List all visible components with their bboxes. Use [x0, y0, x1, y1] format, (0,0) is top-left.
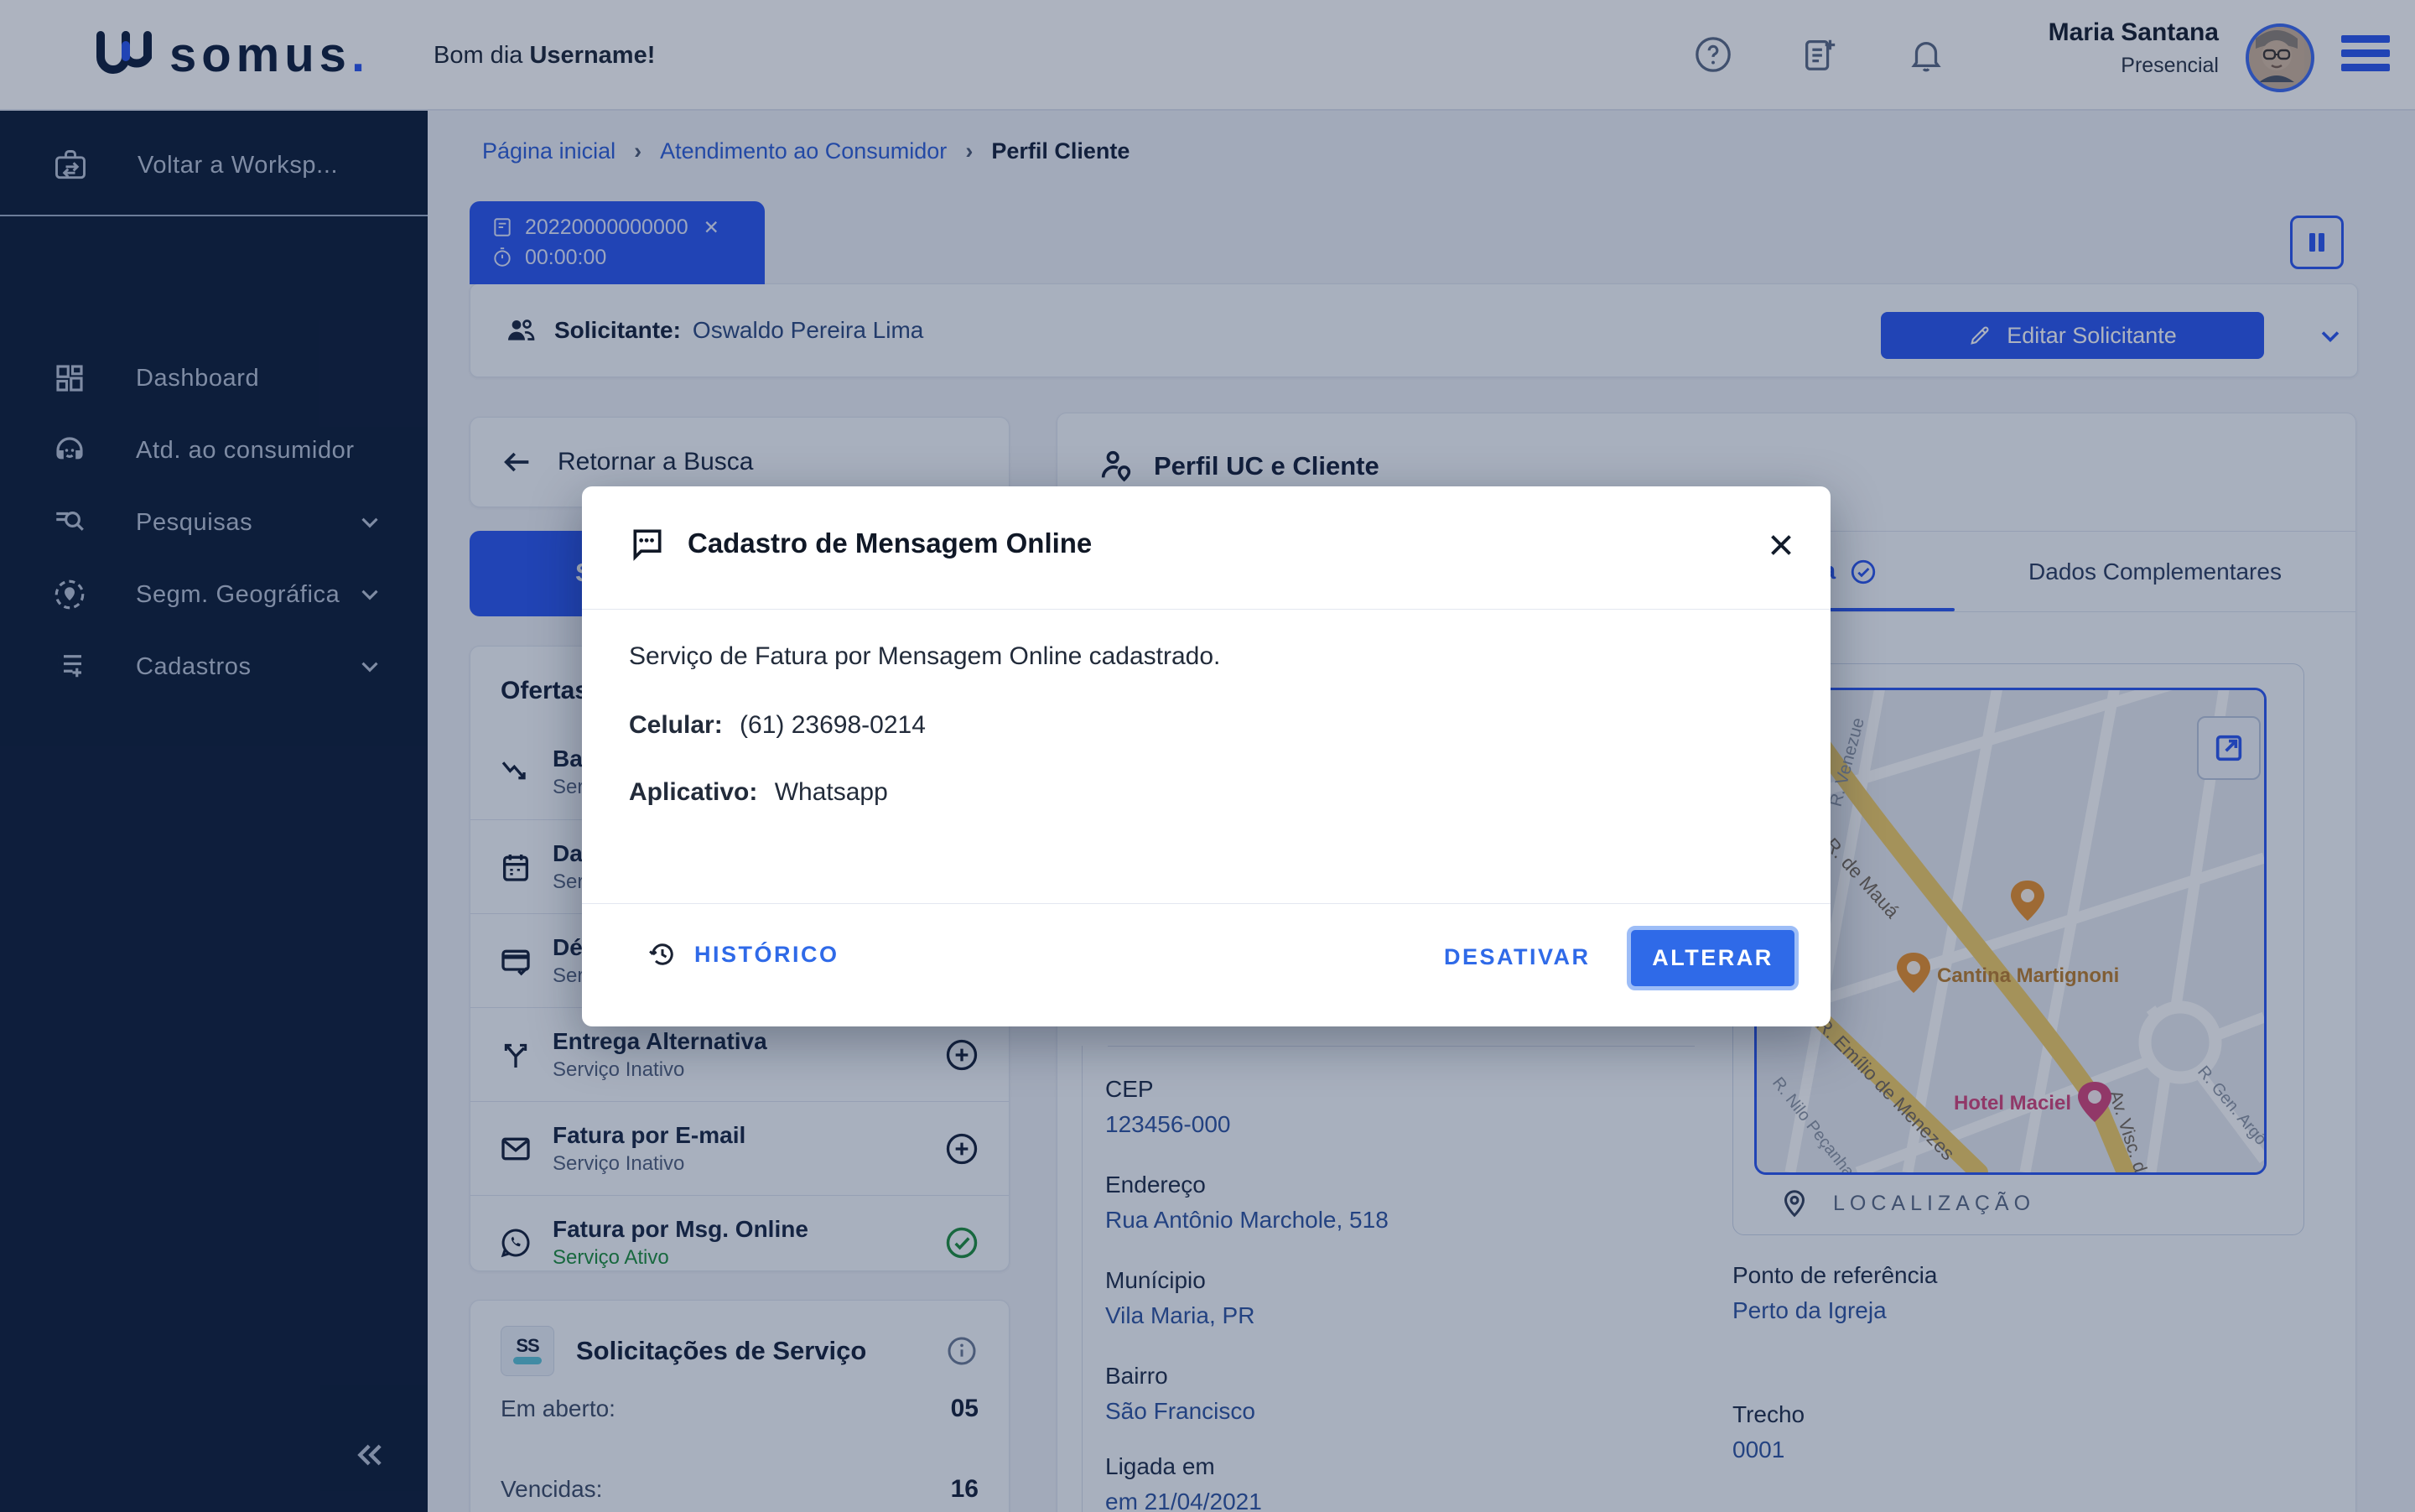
modal-message: Serviço de Fatura por Mensagem Online ca…: [629, 642, 1220, 671]
history-button[interactable]: HISTÓRICO: [647, 939, 839, 969]
modal-footer-divider: [582, 903, 1831, 904]
deactivate-button[interactable]: DESATIVAR: [1444, 944, 1591, 970]
phone-label: Celular:: [629, 711, 723, 739]
app-label: Aplicativo:: [629, 778, 757, 806]
close-icon[interactable]: [1763, 527, 1800, 564]
modal-phone-row: Celular: (61) 23698-0214: [629, 711, 926, 740]
modal-header-divider: [582, 609, 1831, 610]
app-value: Whatsapp: [775, 778, 888, 806]
chat-bubble-icon: [629, 525, 666, 562]
history-clock-icon: [647, 939, 678, 969]
app-root: somus . Bom dia Username!: [0, 0, 2415, 1512]
message-registration-modal: Cadastro de Mensagem Online Serviço de F…: [582, 486, 1831, 1026]
history-label: HISTÓRICO: [694, 942, 839, 968]
change-button[interactable]: ALTERAR: [1627, 926, 1799, 990]
modal-header: Cadastro de Mensagem Online: [629, 525, 1092, 562]
modal-app-row: Aplicativo: Whatsapp: [629, 778, 888, 807]
modal-title: Cadastro de Mensagem Online: [688, 527, 1092, 559]
phone-value: (61) 23698-0214: [740, 711, 926, 739]
